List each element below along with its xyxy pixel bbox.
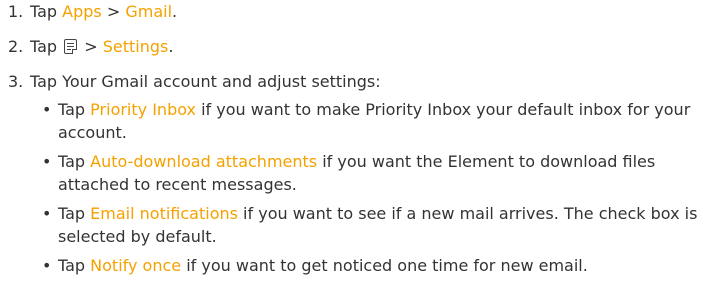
step-text: Tap bbox=[30, 2, 63, 21]
step-text: Tap bbox=[30, 37, 63, 56]
bullet-dot: • bbox=[42, 204, 52, 223]
gmail-label: Gmail bbox=[125, 2, 173, 21]
apps-label: Apps bbox=[62, 2, 102, 21]
step-number: 1. bbox=[8, 2, 24, 21]
instruction-list: 1. Tap Apps > Gmail. 2. Tap > Settings. 3.… bbox=[0, 0, 708, 284]
notify-once-label: Notify once bbox=[90, 256, 182, 275]
bullet-text: Tap bbox=[58, 256, 91, 275]
step-end: . bbox=[168, 37, 174, 56]
settings-label: Settings bbox=[102, 37, 169, 56]
bullet-dot: • bbox=[42, 256, 52, 275]
step-number: 2. bbox=[8, 37, 24, 56]
bullet-auto-download: • Tap Auto-download attachments if you wa… bbox=[42, 150, 698, 196]
separator: > bbox=[79, 37, 103, 56]
step-number: 3. bbox=[8, 72, 24, 91]
bullet-dot: • bbox=[42, 100, 52, 119]
bullet-notify-once: • Tap Notify once if you want to get noti… bbox=[42, 254, 698, 277]
step-end: . bbox=[172, 2, 178, 21]
bullet-dot: • bbox=[42, 152, 52, 171]
email-notifications-label: Email notifications bbox=[90, 204, 238, 223]
menu-icon bbox=[64, 39, 78, 54]
step-text: Tap Your Gmail account and adjust settin… bbox=[30, 72, 381, 91]
step-3: 3. Tap Your Gmail account and adjust sett… bbox=[8, 72, 381, 92]
separator: > bbox=[101, 2, 126, 21]
auto-download-label: Auto-download attachments bbox=[90, 152, 318, 171]
bullet-text: if you want to get noticed one time for … bbox=[181, 256, 588, 275]
bullet-text: Tap bbox=[58, 152, 91, 171]
step-2: 2. Tap > Settings. bbox=[8, 37, 173, 57]
bullet-text: Tap bbox=[58, 204, 91, 223]
step-1: 1. Tap Apps > Gmail. bbox=[8, 2, 177, 22]
bullet-text: Tap bbox=[58, 100, 91, 119]
priority-inbox-label: Priority Inbox bbox=[90, 100, 196, 119]
bullet-email-notifications: • Tap Email notifications if you want to … bbox=[42, 202, 698, 248]
bullet-priority-inbox: • Tap Priority Inbox if you want to make … bbox=[42, 98, 698, 144]
